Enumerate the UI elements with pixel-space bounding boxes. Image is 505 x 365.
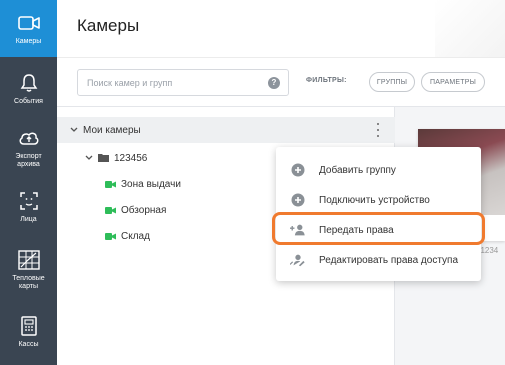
- help-icon[interactable]: ?: [268, 77, 280, 89]
- sidebar-item-events[interactable]: События: [0, 62, 57, 114]
- cloud-upload-icon: [17, 126, 41, 150]
- sidebar: Камеры События Экспорт архива Лица Тепло…: [0, 0, 57, 365]
- search-input[interactable]: [78, 70, 258, 95]
- sidebar-item-faces[interactable]: Лица: [0, 180, 57, 232]
- tree-group-label: 123456: [114, 152, 148, 164]
- sidebar-item-label: Кассы: [18, 340, 39, 348]
- more-options-icon[interactable]: [375, 123, 381, 137]
- video-camera-icon: [105, 180, 116, 188]
- tree-camera-label: Склад: [121, 230, 150, 242]
- camera-icon: [17, 11, 41, 35]
- filters-label: ФИЛЬТРЫ:: [306, 77, 347, 84]
- menu-item-edit-access-rights[interactable]: Редактировать права доступа: [276, 245, 481, 275]
- filter-bar: ? ФИЛЬТРЫ: ГРУППЫ ПАРАМЕТРЫ: [57, 57, 505, 107]
- sidebar-item-cameras[interactable]: Камеры: [0, 0, 57, 57]
- menu-item-label: Редактировать права доступа: [319, 254, 458, 266]
- tree-camera-label: Обзорная: [121, 204, 167, 216]
- page-header: Камеры: [57, 0, 505, 57]
- cash-register-icon: [17, 314, 41, 338]
- chevron-down-icon[interactable]: [69, 125, 79, 135]
- bell-icon: [17, 71, 41, 95]
- chevron-down-icon[interactable]: [84, 153, 94, 163]
- edit-user-icon: [290, 252, 306, 268]
- search-box: ?: [77, 69, 289, 96]
- menu-item-add-group[interactable]: Добавить группу: [276, 155, 481, 185]
- plus-circle-icon: [290, 162, 306, 178]
- sidebar-item-label: Экспорт архива: [15, 152, 42, 168]
- sidebar-item-label: События: [14, 97, 43, 105]
- heatmap-icon: [17, 248, 41, 272]
- menu-item-label: Добавить группу: [319, 164, 396, 176]
- sidebar-item-label: Тепловые карты: [12, 274, 45, 290]
- plus-circle-icon: [290, 192, 306, 208]
- tree-root-row[interactable]: Мои камеры: [57, 117, 395, 143]
- video-camera-icon: [105, 206, 116, 214]
- face-icon: [17, 189, 41, 213]
- sidebar-item-label: Камеры: [15, 38, 42, 45]
- sidebar-item-cash-registers[interactable]: Кассы: [0, 305, 57, 357]
- menu-item-connect-device[interactable]: Подключить устройство: [276, 185, 481, 215]
- menu-item-label: Подключить устройство: [319, 194, 430, 206]
- tree-root-label: Мои камеры: [83, 124, 141, 136]
- filter-chip-groups[interactable]: ГРУППЫ: [369, 72, 415, 92]
- folder-icon: [98, 154, 109, 162]
- highlight-annotation: [272, 212, 485, 245]
- video-camera-icon: [105, 232, 116, 240]
- tree-camera-label: Зона выдачи: [121, 178, 181, 190]
- filter-chip-parameters[interactable]: ПАРАМЕТРЫ: [421, 72, 485, 92]
- sidebar-item-heatmaps[interactable]: Тепловые карты: [0, 240, 57, 298]
- page-title: Камеры: [77, 16, 140, 35]
- header-decoration: [435, 0, 505, 57]
- sidebar-item-export[interactable]: Экспорт архива: [0, 119, 57, 175]
- sidebar-item-label: Лица: [20, 215, 37, 223]
